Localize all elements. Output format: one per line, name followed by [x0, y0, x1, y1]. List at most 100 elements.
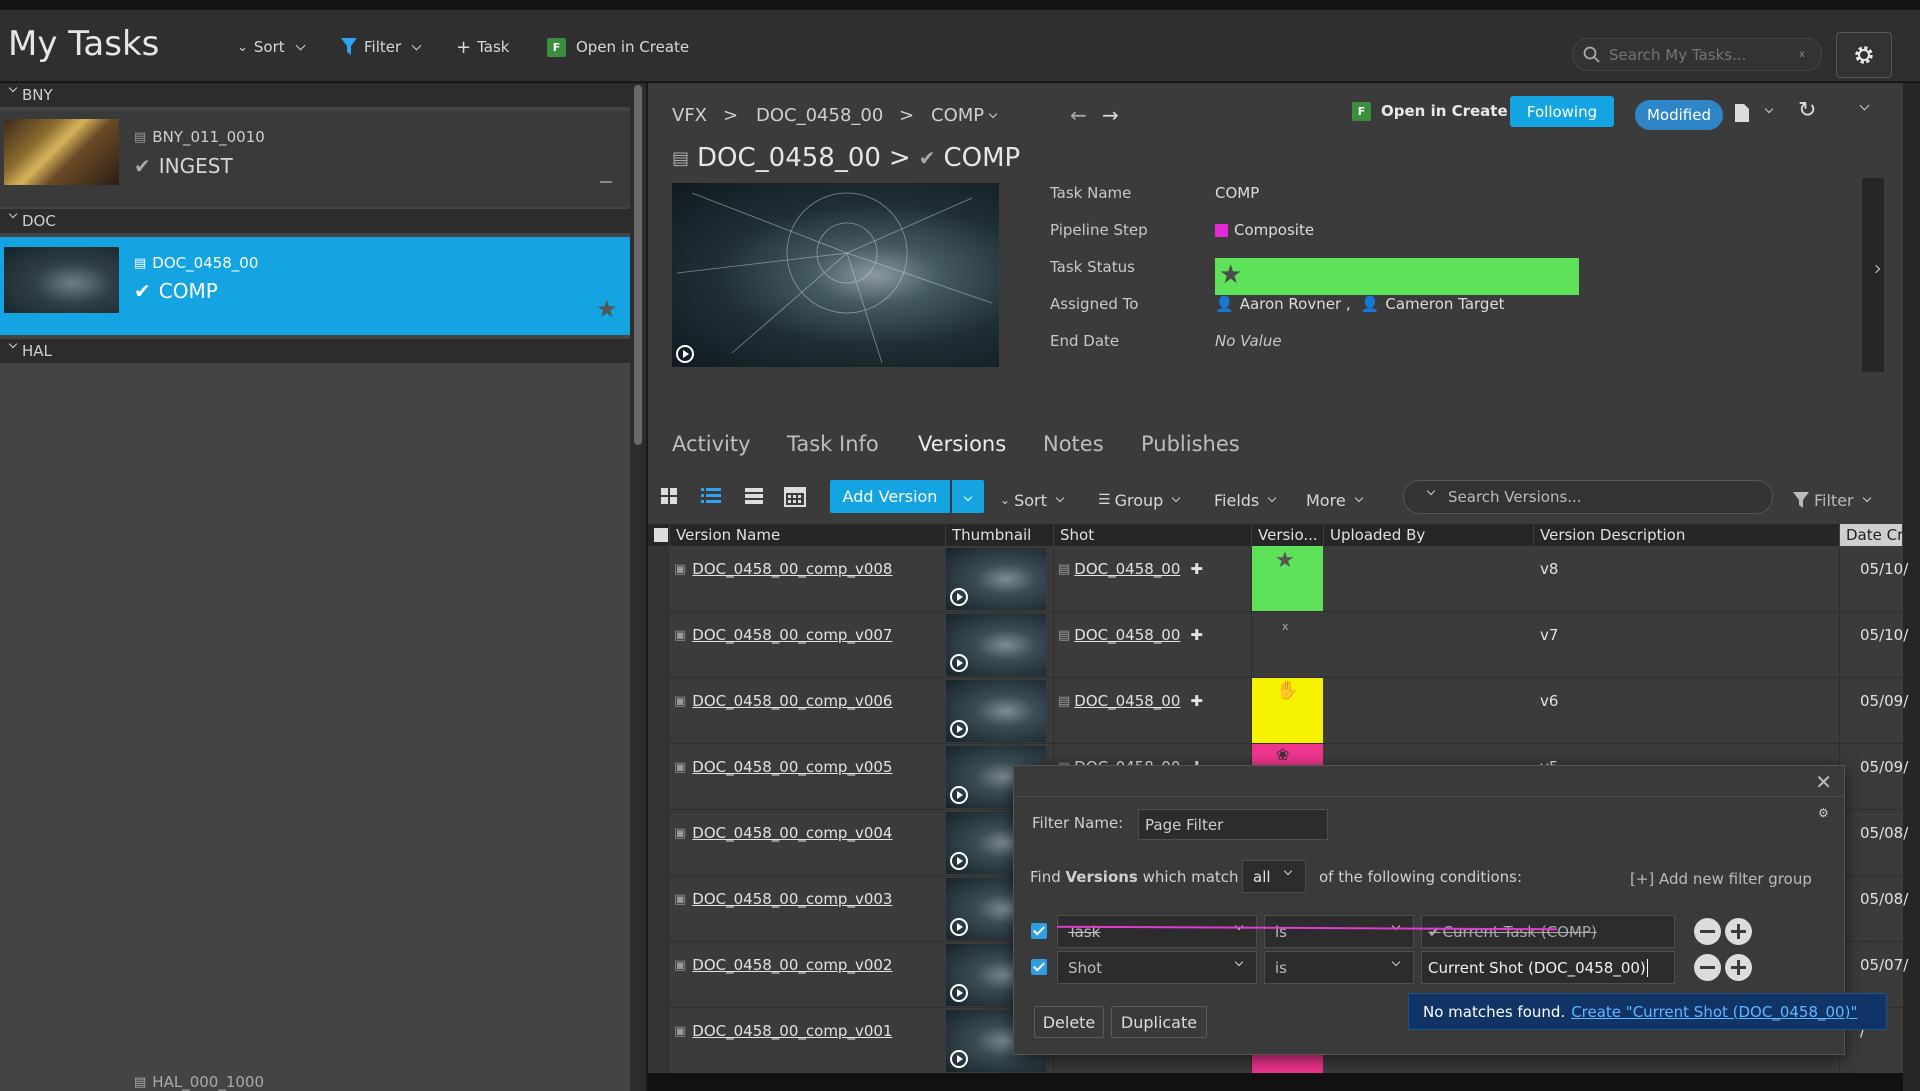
task-card-doc-comp[interactable]: ▤ DOC_0458_00 ✔ COMP ★	[0, 237, 630, 335]
row-selector[interactable]	[648, 942, 670, 1008]
condition-1-checkbox[interactable]	[1031, 923, 1047, 939]
row-selector[interactable]	[648, 612, 670, 678]
shot-link[interactable]: DOC_0458_00	[1074, 626, 1180, 644]
title-task[interactable]: COMP	[943, 143, 1020, 173]
play-icon[interactable]	[950, 720, 968, 738]
tab-activity[interactable]: Activity	[672, 432, 751, 456]
shot-link[interactable]: DOC_0458_00	[1074, 560, 1180, 578]
version-thumbnail[interactable]	[946, 680, 1046, 742]
task-name-value[interactable]: COMP	[1215, 184, 1259, 202]
column-thumbnail[interactable]: Thumbnail	[946, 524, 1054, 546]
duplicate-filter-button[interactable]: Duplicate	[1111, 1006, 1207, 1038]
version-status[interactable]: ★	[1252, 546, 1323, 611]
play-icon[interactable]	[676, 345, 694, 363]
version-shot[interactable]: ▤DOC_0458_00 ✚	[1058, 626, 1203, 644]
version-status[interactable]: ✋	[1252, 678, 1323, 743]
version-shot[interactable]: ▤DOC_0458_00 ✚	[1058, 692, 1203, 710]
row-selector[interactable]	[648, 1008, 670, 1074]
play-icon[interactable]	[950, 654, 968, 672]
create-value-link[interactable]: Create "Current Shot (DOC_0458_00)"	[1571, 1003, 1857, 1021]
version-name[interactable]: ▣ DOC_0458_00_comp_v002	[674, 956, 892, 974]
assignee-name[interactable]: Cameron Target	[1385, 295, 1504, 313]
breadcrumb-shot[interactable]: DOC_0458_00	[756, 105, 883, 126]
column-date-created[interactable]: Date Cre	[1840, 524, 1903, 546]
open-in-create-button[interactable]: F Open in Create	[547, 34, 689, 60]
condition-2-value-input[interactable]: Current Shot (DOC_0458_00)	[1421, 951, 1675, 984]
group-header-hal[interactable]: HAL	[0, 339, 630, 363]
column-version-name[interactable]: Version Name	[670, 524, 946, 546]
remove-condition-button[interactable]	[1694, 954, 1721, 981]
condition-1-field-select[interactable]: Task	[1057, 915, 1257, 948]
versions-filter-button[interactable]: Filter	[1792, 487, 1871, 513]
search-my-tasks[interactable]: x	[1572, 38, 1822, 71]
detail-view-icon[interactable]	[745, 487, 763, 509]
condition-1-operator-select[interactable]: is	[1264, 915, 1414, 948]
arrow-left-icon[interactable]: ←	[1070, 103, 1087, 127]
play-icon[interactable]	[950, 852, 968, 870]
version-name[interactable]: ▣ DOC_0458_00_comp_v003	[674, 890, 892, 908]
version-name[interactable]: ▣ DOC_0458_00_comp_v008	[674, 560, 892, 578]
clear-icon[interactable]: x	[1799, 49, 1805, 60]
breadcrumb-vfx[interactable]: VFX	[672, 105, 707, 126]
condition-1-value[interactable]: ✔ Current Task (COMP)	[1421, 915, 1675, 948]
following-button[interactable]: Following	[1510, 96, 1614, 127]
add-condition-button[interactable]	[1725, 954, 1752, 981]
version-name[interactable]: ▣ DOC_0458_00_comp_v004	[674, 824, 892, 842]
play-icon[interactable]	[950, 1050, 968, 1068]
delete-filter-button[interactable]: Delete	[1034, 1006, 1104, 1038]
detail-open-in-create-button[interactable]: F Open in Create	[1352, 98, 1508, 124]
settings-button[interactable]	[1836, 32, 1892, 78]
select-all-checkbox[interactable]	[648, 524, 670, 546]
column-version-description[interactable]: Version Description	[1534, 524, 1840, 546]
task-status-value[interactable]: ★	[1215, 258, 1579, 295]
list-view-icon[interactable]	[701, 487, 721, 509]
breadcrumb-task-dropdown[interactable]: COMP	[931, 105, 998, 126]
version-shot[interactable]: ▤DOC_0458_00 ✚	[1058, 560, 1203, 578]
remove-condition-button[interactable]	[1694, 918, 1721, 945]
row-selector[interactable]	[648, 876, 670, 942]
version-name[interactable]: ▣ DOC_0458_00_comp_v001	[674, 1022, 892, 1040]
filter-button[interactable]: Filter	[340, 34, 422, 60]
version-thumbnail[interactable]	[946, 614, 1046, 676]
search-versions-input[interactable]: Search Versions...	[1403, 480, 1773, 514]
task-list-scroll-thumb[interactable]	[634, 85, 642, 445]
version-status[interactable]: x	[1252, 612, 1323, 677]
add-version-button[interactable]: Add Version	[830, 480, 950, 513]
versions-more-button[interactable]: More	[1306, 487, 1363, 513]
condition-2-field-select[interactable]: Shot	[1057, 951, 1257, 984]
add-condition-button[interactable]	[1725, 918, 1752, 945]
arrow-right-icon[interactable]: →	[1102, 103, 1119, 127]
row-selector[interactable]	[648, 810, 670, 876]
play-icon[interactable]	[950, 984, 968, 1002]
column-version-status[interactable]: Versio...	[1252, 524, 1324, 546]
group-header-doc[interactable]: DOC	[0, 209, 630, 233]
match-mode-select[interactable]: all	[1242, 860, 1306, 893]
calendar-view-icon[interactable]	[784, 485, 806, 511]
play-icon[interactable]	[950, 918, 968, 936]
table-row[interactable]: ▣ DOC_0458_00_comp_v007 ▤ DOC_0458_00 ✚ x v7 05…	[648, 612, 1908, 678]
versions-fields-button[interactable]: Fields	[1214, 487, 1277, 513]
close-icon[interactable]: ✕	[1815, 770, 1832, 794]
pipeline-step-value[interactable]: Composite	[1215, 221, 1314, 239]
column-shot[interactable]: Shot	[1054, 524, 1252, 546]
tab-task-info[interactable]: Task Info	[787, 432, 879, 456]
table-row[interactable]: ▣ DOC_0458_00_comp_v006 ▤ DOC_0458_00 ✚ ✋ v6 05…	[648, 678, 1908, 744]
document-icon[interactable]	[1734, 103, 1750, 127]
title-shot[interactable]: DOC_0458_00	[697, 143, 881, 173]
row-selector[interactable]	[648, 744, 670, 810]
play-icon[interactable]	[950, 786, 968, 804]
card-shot-hal[interactable]: ▤ HAL_000_1000	[134, 1073, 264, 1091]
group-header-bny[interactable]: BNY	[0, 83, 630, 107]
version-name[interactable]: ▣ DOC_0458_00_comp_v007	[674, 626, 892, 644]
row-selector[interactable]	[648, 678, 670, 744]
column-uploaded-by[interactable]: Uploaded By	[1324, 524, 1534, 546]
end-date-value[interactable]: No Value	[1215, 332, 1282, 350]
condition-2-checkbox[interactable]	[1031, 959, 1047, 975]
assignee-name[interactable]: Aaron Rovner ,	[1240, 295, 1351, 313]
add-task-button[interactable]: + Task	[456, 34, 509, 60]
sort-button[interactable]: ⌄ Sort	[237, 34, 306, 60]
play-icon[interactable]	[950, 588, 968, 606]
version-name[interactable]: ▣ DOC_0458_00_comp_v006	[674, 692, 892, 710]
task-card-bny-ingest[interactable]: ▤ BNY_011_0010 ✔ INGEST	[0, 111, 630, 207]
version-description[interactable]: v7	[1540, 626, 1558, 644]
